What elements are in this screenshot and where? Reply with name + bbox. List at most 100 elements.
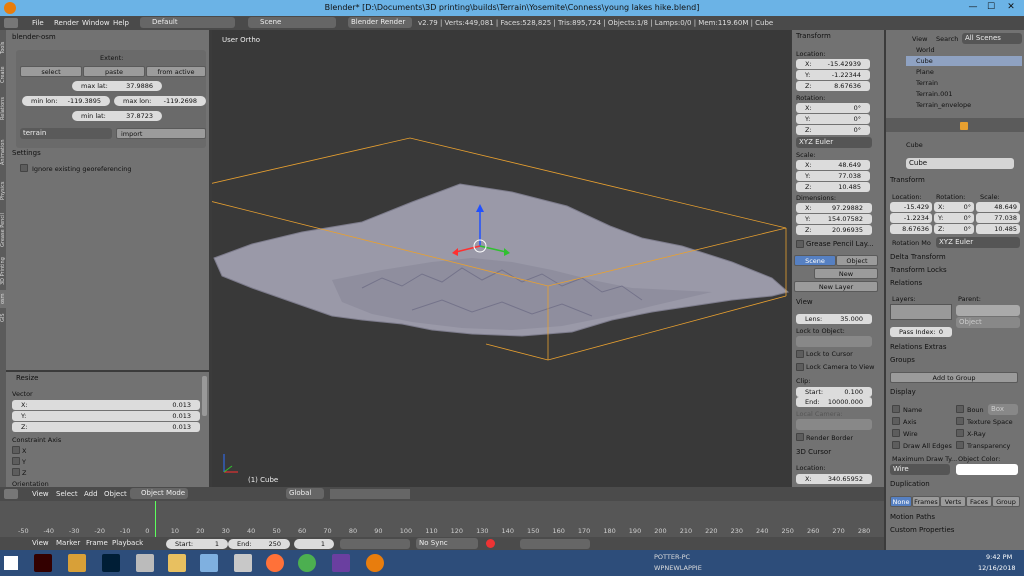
chrome-icon[interactable] bbox=[298, 554, 316, 572]
menu-render[interactable]: Render bbox=[54, 19, 79, 27]
outliner-view-menu[interactable]: View bbox=[912, 35, 927, 43]
vp-menu-add[interactable]: Add bbox=[84, 490, 98, 498]
custom-properties-panel[interactable]: Custom Properties bbox=[890, 526, 954, 534]
parent-field[interactable] bbox=[956, 305, 1020, 316]
vp-menu-select[interactable]: Select bbox=[56, 490, 78, 498]
outliner-item-cube[interactable]: Cube bbox=[916, 57, 933, 65]
scene-selector[interactable]: Scene bbox=[248, 17, 336, 28]
minimize-button[interactable]: — bbox=[966, 1, 980, 14]
firefox-icon[interactable] bbox=[266, 554, 284, 572]
rot-z-field[interactable]: Z: 0° bbox=[796, 125, 870, 135]
display-axis-checkbox[interactable] bbox=[892, 417, 900, 425]
render-border-checkbox[interactable] bbox=[796, 433, 804, 441]
prop-rot-mode-dropdown[interactable]: XYZ Euler bbox=[936, 237, 1020, 248]
motion-paths-panel[interactable]: Motion Paths bbox=[890, 513, 935, 521]
tl-menu-frame[interactable]: Frame bbox=[86, 539, 108, 547]
clip-start-field[interactable]: Start: 0.100 bbox=[796, 387, 872, 397]
draw-all-edges-checkbox[interactable] bbox=[892, 441, 900, 449]
scale-x-field[interactable]: X: 48.649 bbox=[796, 160, 870, 170]
view-section[interactable]: View bbox=[796, 298, 813, 306]
panel-scrollbar[interactable] bbox=[202, 376, 207, 416]
display-panel[interactable]: Display bbox=[890, 388, 916, 396]
clip-end-field[interactable]: End: 10000.000 bbox=[796, 397, 872, 407]
select-button[interactable]: select bbox=[20, 66, 82, 77]
prop-scale-x[interactable]: 48.649 bbox=[976, 202, 1020, 212]
close-button[interactable]: ✕ bbox=[1004, 1, 1018, 14]
constraint-z-checkbox[interactable] bbox=[12, 468, 20, 476]
app-icon[interactable] bbox=[200, 554, 218, 572]
app-icon[interactable] bbox=[68, 554, 86, 572]
start-frame-field[interactable]: Start: 1 bbox=[166, 539, 228, 549]
outliner-search-menu[interactable]: Search bbox=[936, 35, 958, 43]
xray-checkbox[interactable] bbox=[956, 429, 964, 437]
grease-new-button[interactable]: New bbox=[814, 268, 878, 279]
prop-loc-z[interactable]: 8.67636 bbox=[890, 224, 932, 234]
ignore-georef-checkbox[interactable] bbox=[20, 164, 28, 172]
mode-dropdown[interactable]: Object Mode bbox=[130, 488, 188, 499]
menu-file[interactable]: File bbox=[32, 19, 44, 27]
scale-z-field[interactable]: Z: 10.485 bbox=[796, 182, 870, 192]
relations-extras-panel[interactable]: Relations Extras bbox=[890, 343, 947, 351]
source-dropdown[interactable]: terrain bbox=[20, 128, 112, 139]
local-camera-field[interactable] bbox=[796, 419, 872, 430]
transparency-checkbox[interactable] bbox=[956, 441, 964, 449]
dim-z-field[interactable]: Z: 20.96935 bbox=[796, 225, 872, 235]
prop-loc-y[interactable]: -1.2234 bbox=[890, 213, 932, 223]
prop-loc-x[interactable]: -15.429 bbox=[890, 202, 932, 212]
outliner-item-plane[interactable]: Plane bbox=[916, 68, 934, 76]
photoshop-icon[interactable] bbox=[102, 554, 120, 572]
render-engine-selector[interactable]: Blender Render bbox=[348, 17, 412, 28]
prop-scale-y[interactable]: 77.038 bbox=[976, 213, 1020, 223]
delta-transform-panel[interactable]: Delta Transform bbox=[890, 253, 946, 261]
display-bounds-checkbox[interactable] bbox=[956, 405, 964, 413]
outliner-item-terrain-001[interactable]: Terrain.001 bbox=[916, 90, 952, 98]
import-button[interactable]: import bbox=[116, 128, 206, 139]
start-icon[interactable] bbox=[4, 556, 18, 570]
maximize-button[interactable]: ☐ bbox=[984, 1, 998, 14]
transform-section[interactable]: Transform bbox=[796, 32, 831, 40]
file-explorer-icon[interactable] bbox=[168, 554, 186, 572]
layout-selector[interactable]: Default bbox=[140, 17, 235, 28]
end-frame-field[interactable]: End: 250 bbox=[228, 539, 290, 549]
record-icon[interactable] bbox=[486, 539, 495, 548]
prop-rot-y[interactable]: Y: 0° bbox=[934, 213, 974, 223]
outliner-item-terrain[interactable]: Terrain bbox=[916, 79, 938, 87]
rot-x-field[interactable]: X: 0° bbox=[796, 103, 870, 113]
resize-x-field[interactable]: X: 0.013 bbox=[12, 400, 200, 410]
outliner-item-world[interactable]: World bbox=[916, 46, 935, 54]
texture-space-checkbox[interactable] bbox=[956, 417, 964, 425]
app-icon[interactable] bbox=[136, 554, 154, 572]
menu-window[interactable]: Window bbox=[82, 19, 110, 27]
paste-button[interactable]: paste bbox=[83, 66, 145, 77]
app-icon[interactable] bbox=[332, 554, 350, 572]
layer-buttons[interactable] bbox=[330, 489, 410, 499]
vp-menu-view[interactable]: View bbox=[32, 490, 49, 498]
tl-menu-playback[interactable]: Playback bbox=[112, 539, 143, 547]
groups-panel[interactable]: Groups bbox=[890, 356, 915, 364]
menu-help[interactable]: Help bbox=[113, 19, 129, 27]
parent-type-dropdown[interactable]: Object bbox=[956, 317, 1020, 328]
constraint-y-checkbox[interactable] bbox=[12, 457, 20, 465]
transform-locks-panel[interactable]: Transform Locks bbox=[890, 266, 947, 274]
rotation-mode-dropdown[interactable]: XYZ Euler bbox=[796, 137, 872, 148]
grease-pencil-checkbox[interactable] bbox=[796, 240, 804, 248]
display-mode-dropdown[interactable]: All Scenes bbox=[962, 33, 1022, 44]
grease-object-tab[interactable]: Object bbox=[836, 255, 878, 266]
sync-dropdown[interactable]: No Sync bbox=[416, 538, 478, 549]
prop-rot-z[interactable]: Z: 0° bbox=[934, 224, 974, 234]
keying-set-field[interactable] bbox=[520, 539, 590, 549]
settings-panel-title[interactable]: Settings bbox=[12, 149, 41, 157]
scale-y-field[interactable]: Y: 77.038 bbox=[796, 171, 870, 181]
timeline[interactable] bbox=[0, 501, 884, 537]
lock-camera-checkbox[interactable] bbox=[796, 363, 804, 371]
prop-rot-x[interactable]: X: 0° bbox=[934, 202, 974, 212]
3d-cursor-section[interactable]: 3D Cursor bbox=[796, 448, 831, 456]
orientation-dropdown[interactable]: Global bbox=[286, 488, 324, 499]
max-lat-field[interactable]: max lat: 37.9886 bbox=[72, 81, 162, 91]
cursor-x-field[interactable]: X: 340.65952 bbox=[796, 474, 872, 484]
dup-verts-tab[interactable]: Verts bbox=[940, 496, 966, 507]
lock-object-field[interactable] bbox=[796, 336, 872, 347]
lock-cursor-checkbox[interactable] bbox=[796, 350, 804, 358]
draw-type-dropdown[interactable]: Wire bbox=[890, 464, 950, 475]
new-layer-button[interactable]: New Layer bbox=[794, 281, 878, 292]
